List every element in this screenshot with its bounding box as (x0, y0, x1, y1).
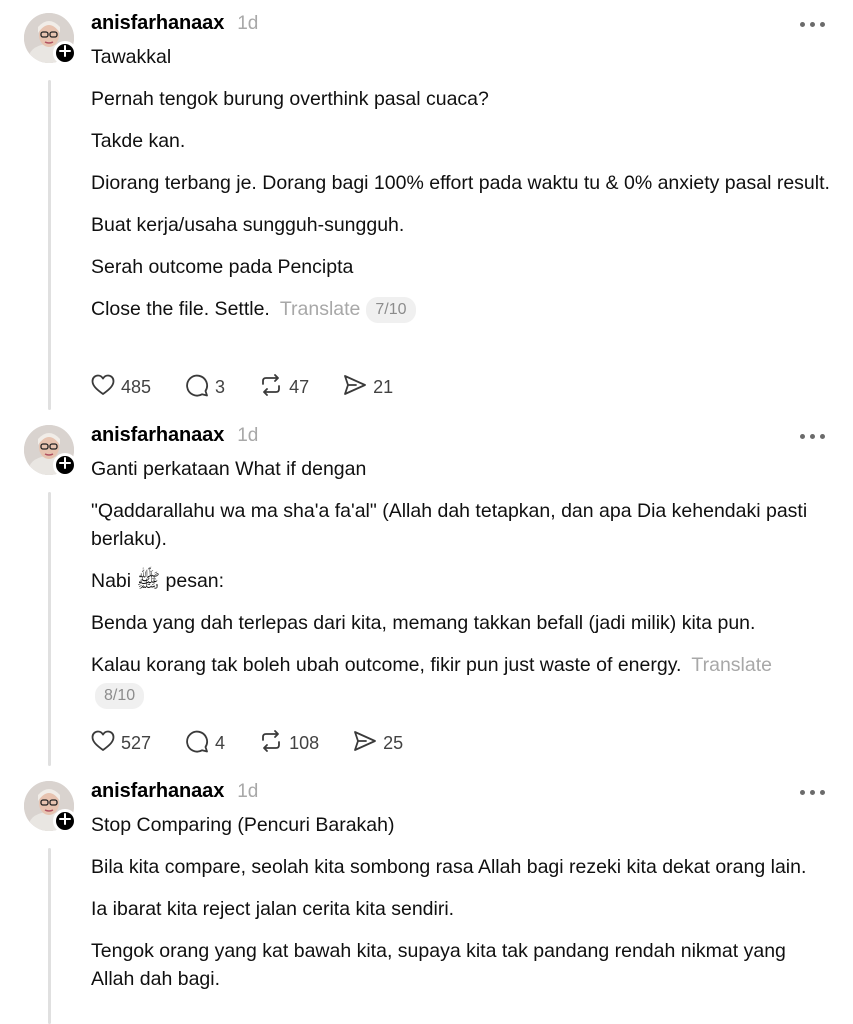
send-icon (343, 374, 373, 401)
plus-icon (59, 456, 71, 474)
post-paragraph: Takde kan. (91, 130, 186, 152)
reply-button[interactable]: 4 (185, 730, 225, 758)
share-button[interactable]: 21 (343, 374, 393, 401)
post-time[interactable]: 1d (237, 425, 258, 447)
threads-feed: anisfarhanaax 1d Tawakkal Pernah tengok … (0, 0, 853, 1024)
post-time[interactable]: 1d (237, 13, 258, 35)
plus-icon (59, 44, 71, 62)
heart-icon (91, 374, 121, 401)
translate-link[interactable]: Translate (691, 654, 772, 676)
post-paragraph-last: Kalau korang tak boleh ubah outcome, fik… (91, 651, 831, 709)
post-paragraph: Ia ibarat kita reject jalan cerita kita … (91, 898, 455, 920)
follow-button[interactable] (53, 453, 77, 477)
like-count: 527 (121, 733, 152, 753)
post-paragraph: Tawakkal (91, 46, 172, 68)
repost-button[interactable]: 47 (259, 373, 309, 402)
username[interactable]: anisfarhanaax (91, 780, 224, 803)
page-badge: 8/10 (95, 683, 145, 709)
send-icon (353, 730, 383, 757)
post-paragraph: Benda yang dah terlepas dari kita, meman… (91, 612, 756, 634)
post-actions: 527 4 108 25 (91, 729, 437, 758)
follow-button[interactable] (53, 41, 77, 65)
post-paragraph-last: Close the file. Settle. Translate 7/10 (91, 295, 831, 323)
page-badge: 7/10 (366, 297, 416, 323)
post-time[interactable]: 1d (237, 781, 258, 803)
share-count: 21 (373, 377, 394, 397)
heart-icon (91, 730, 121, 757)
post-header: anisfarhanaax 1d (91, 780, 258, 803)
like-button[interactable]: 527 (91, 730, 151, 757)
post-paragraph: Ganti perkataan What if dengan (91, 458, 367, 480)
username[interactable]: anisfarhanaax (91, 12, 224, 35)
share-button[interactable]: 25 (353, 730, 403, 757)
post-header: anisfarhanaax 1d (91, 12, 258, 35)
post-paragraph: Stop Comparing (Pencuri Barakah) (91, 814, 395, 836)
post-body: Stop Comparing (Pencuri Barakah) Bila ki… (91, 811, 831, 1007)
post-paragraph: Diorang terbang je. Dorang bagi 100% eff… (91, 172, 830, 194)
reply-count: 4 (215, 733, 226, 753)
post-body: Tawakkal Pernah tengok burung overthink … (91, 43, 831, 337)
username[interactable]: anisfarhanaax (91, 424, 224, 447)
more-options-button[interactable] (800, 22, 828, 28)
reply-button[interactable]: 3 (185, 374, 225, 402)
plus-icon (59, 812, 71, 830)
comment-icon (185, 730, 215, 758)
more-options-button[interactable] (800, 790, 828, 796)
post-paragraph: Nabi ﷺ pesan: (91, 570, 225, 592)
post[interactable]: anisfarhanaax 1d Tawakkal Pernah tengok … (0, 0, 853, 412)
post-header: anisfarhanaax 1d (91, 424, 258, 447)
repost-icon (259, 729, 289, 758)
like-button[interactable]: 485 (91, 374, 151, 401)
thread-line (48, 848, 51, 1024)
more-dots-icon (800, 22, 805, 27)
post-paragraph: Buat kerja/usaha sungguh-sungguh. (91, 214, 405, 236)
reply-count: 3 (215, 377, 226, 397)
post-paragraph: Serah outcome pada Pencipta (91, 256, 354, 278)
post-paragraph: Pernah tengok burung overthink pasal cua… (91, 88, 489, 110)
post[interactable]: anisfarhanaax 1d Stop Comparing (Pencuri… (0, 768, 853, 1024)
comment-icon (185, 374, 215, 402)
post-body: Ganti perkataan What if dengan "Qaddaral… (91, 455, 831, 723)
share-count: 25 (383, 733, 404, 753)
thread-line (48, 80, 51, 410)
repost-icon (259, 373, 289, 402)
follow-button[interactable] (53, 809, 77, 833)
post-paragraph: Tengok orang yang kat bawah kita, supaya… (91, 940, 786, 990)
more-options-button[interactable] (800, 434, 828, 440)
thread-line (48, 492, 51, 766)
more-dots-icon (800, 790, 805, 795)
post-paragraph: "Qaddarallahu wa ma sha'a fa'al" (Allah … (91, 500, 808, 550)
like-count: 485 (121, 377, 152, 397)
more-dots-icon (800, 434, 805, 439)
translate-link[interactable]: Translate (280, 298, 361, 320)
repost-count: 108 (289, 733, 320, 753)
post-actions: 485 3 47 21 (91, 373, 427, 402)
repost-button[interactable]: 108 (259, 729, 319, 758)
post-paragraph: Bila kita compare, seolah kita sombong r… (91, 856, 807, 878)
repost-count: 47 (289, 377, 310, 397)
post[interactable]: anisfarhanaax 1d Ganti perkataan What if… (0, 412, 853, 768)
